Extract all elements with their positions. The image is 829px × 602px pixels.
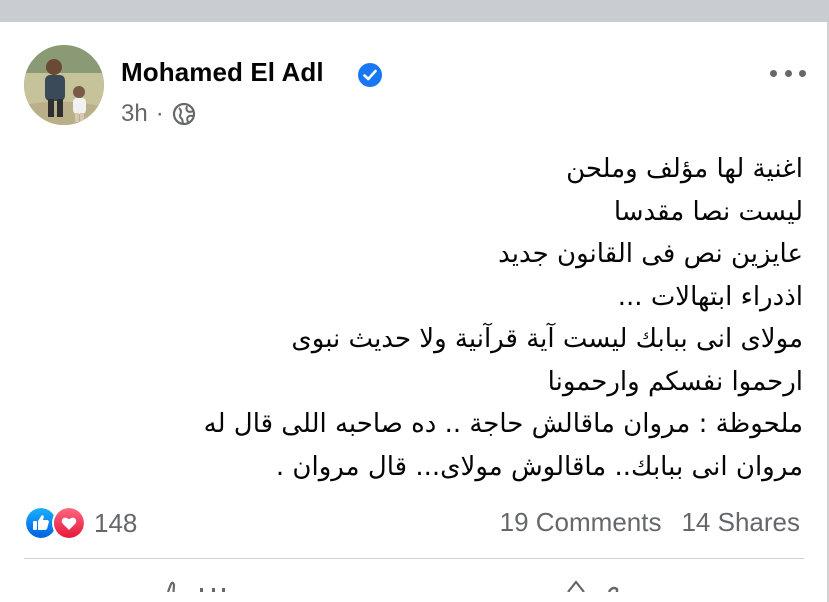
globe-icon[interactable] [172, 102, 196, 126]
share-action-label [607, 586, 619, 592]
like-action-icon[interactable] [160, 578, 184, 592]
verified-badge-icon [358, 63, 382, 87]
post-line: ارحموا نفسكم وارحمونا [547, 366, 803, 397]
author-avatar[interactable] [24, 45, 104, 125]
share-action-icon[interactable] [560, 578, 590, 592]
post-line: اذدراء ابتهالات ... [617, 281, 803, 312]
post-line: ملحوظة : مروان ماقالش حاجة .. ده صاحبه ا… [203, 409, 803, 439]
post-meta: 3h · [121, 100, 196, 128]
shares-count[interactable]: 14 Shares [681, 507, 800, 538]
post-timestamp[interactable]: 3h [121, 100, 148, 128]
post-stats: 19 Comments 14 Shares [500, 507, 800, 538]
love-icon [52, 506, 86, 540]
action-divider [24, 558, 804, 559]
post-line: مولاى انى ببابك ليست آية قرآنية ولا حديث… [291, 324, 803, 354]
author-name[interactable]: Mohamed El Adl [121, 57, 324, 88]
meta-separator: · [155, 100, 164, 127]
post-body: اغنية لها مؤلف وملحن ليست نصا مقدسا عايز… [83, 148, 803, 488]
reaction-count[interactable]: 148 [94, 508, 137, 539]
post-line: ليست نصا مقدسا [613, 196, 803, 227]
feed-background-strip [0, 0, 829, 22]
more-dots-icon[interactable] [770, 64, 806, 82]
comments-count[interactable]: 19 Comments [500, 507, 662, 538]
post-line: اغنية لها مؤلف وملحن [566, 154, 803, 184]
post-line: عايزين نص فى القانون جديد [498, 239, 803, 269]
reaction-summary[interactable]: 148 [24, 506, 137, 540]
like-action-label [200, 588, 225, 592]
post-line: مروان انى ببابك.. ماقالوش مولاى... قال م… [275, 451, 803, 482]
post-card: Mohamed El Adl 3h · اغنية لها مؤلف وملحن… [0, 22, 829, 602]
